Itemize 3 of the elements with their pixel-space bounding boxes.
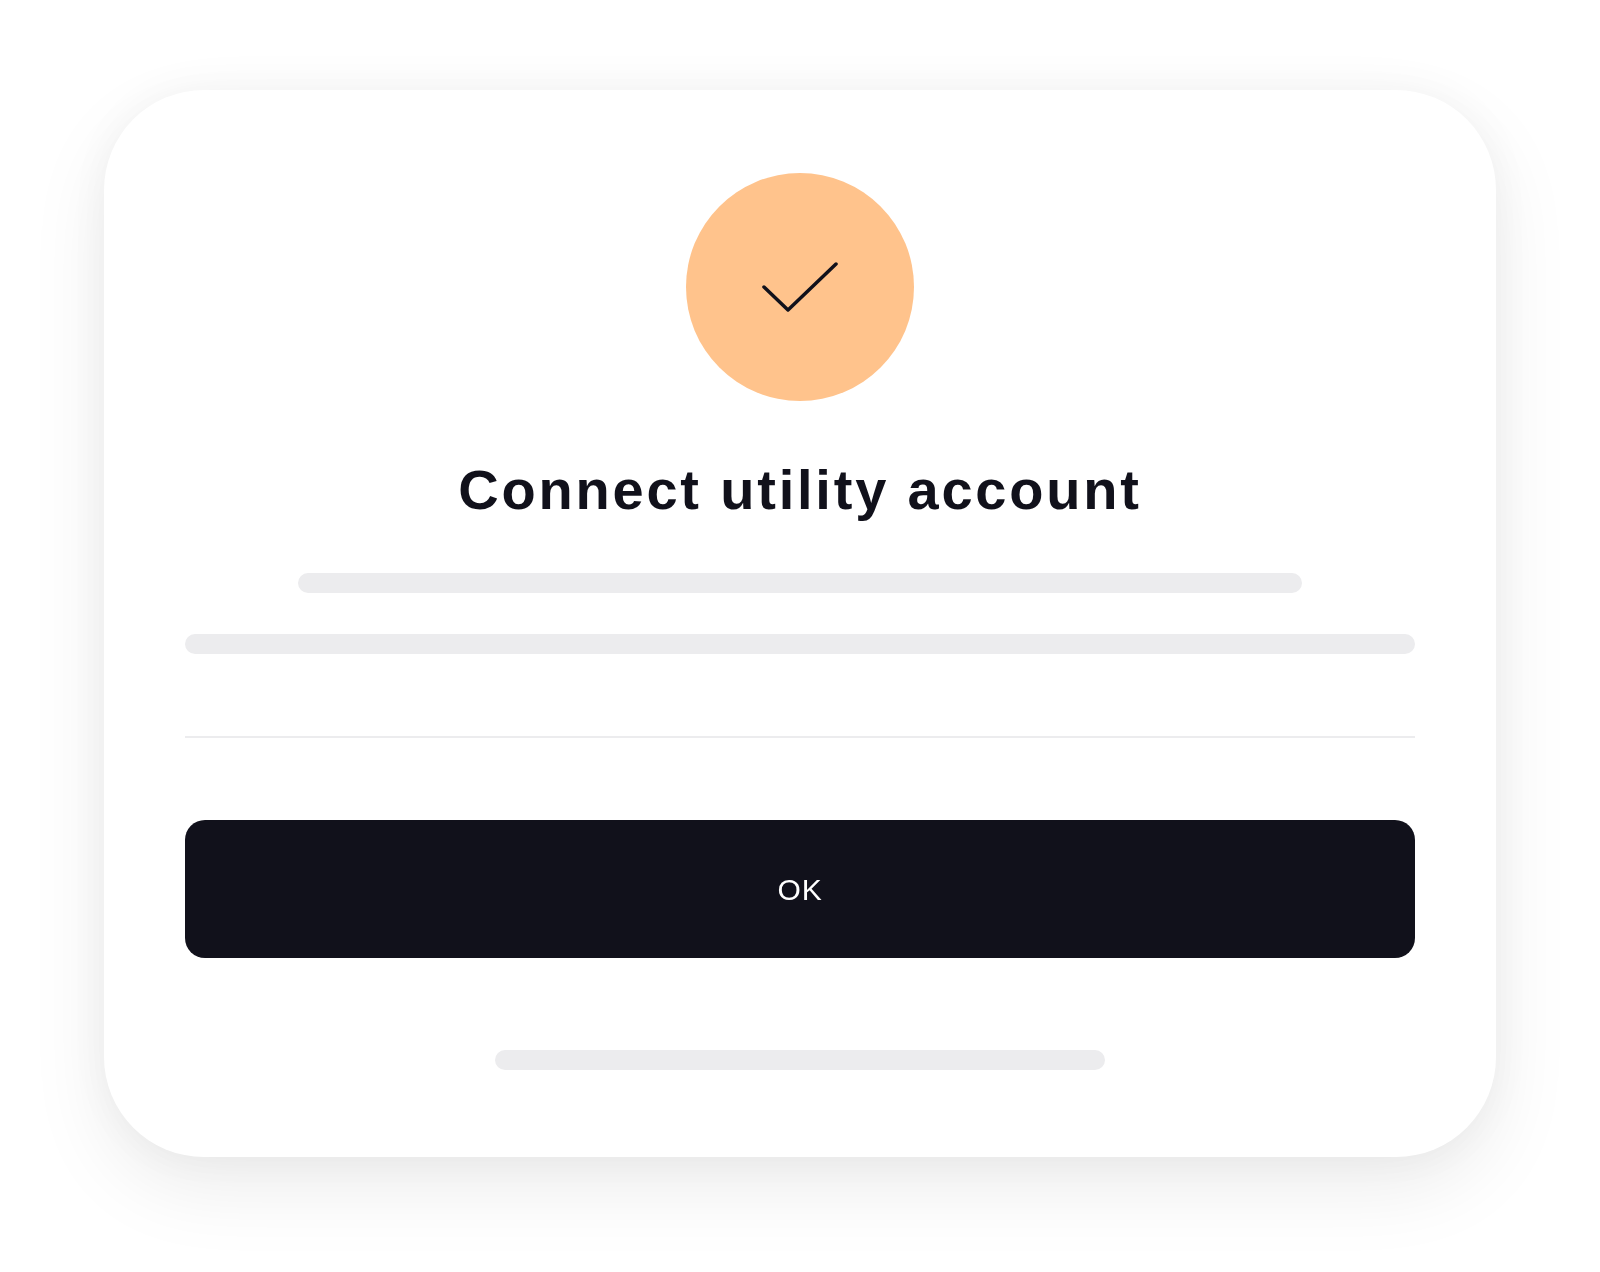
ok-button[interactable]: OK — [185, 820, 1415, 958]
dialog-title: Connect utility account — [458, 457, 1142, 523]
check-icon — [760, 260, 840, 314]
